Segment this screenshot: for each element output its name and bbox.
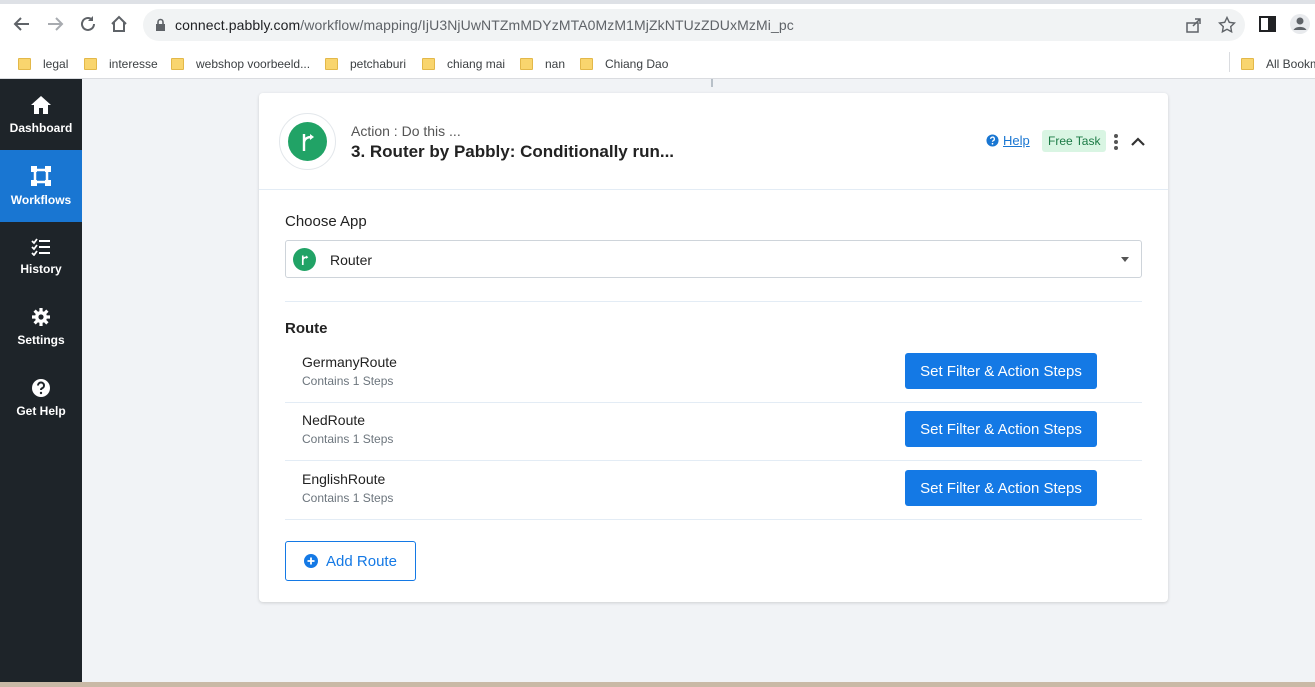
sidebar-item-label: Workflows (10, 193, 72, 207)
back-icon[interactable] (10, 12, 34, 36)
chevron-down-icon (1121, 257, 1129, 262)
app-logo (279, 113, 336, 170)
bookmark-legal[interactable]: legal (18, 54, 68, 74)
profile-icon[interactable] (1289, 13, 1311, 35)
share-icon[interactable] (1185, 16, 1203, 34)
star-icon[interactable] (1218, 16, 1236, 34)
bookmark-interesse[interactable]: interesse (84, 54, 158, 74)
set-filter-button[interactable]: Set Filter & Action Steps (905, 411, 1097, 447)
home-browser-icon[interactable] (107, 12, 131, 36)
help-label: Help (1003, 133, 1030, 148)
choose-app-label: Choose App (285, 213, 367, 230)
url-path: /workflow/mapping/IjU3NjUwNTZmMDYzMTA0Mz… (300, 17, 794, 33)
url-host: connect.pabbly.com (175, 17, 301, 33)
bookmark-label: nan (545, 57, 566, 71)
bookmarks-bar: legal interesse webshop voorbeeld... pet… (0, 48, 1315, 79)
app-sidebar: Dashboard Workflows History Settings Get… (0, 79, 82, 687)
help-icon (986, 134, 999, 147)
folder-icon (325, 58, 338, 70)
step-connector (711, 79, 713, 87)
taskbar-edge (0, 682, 1315, 687)
folder-icon (580, 58, 593, 70)
bookmark-chiang-mai[interactable]: chiang mai (422, 54, 505, 74)
side-panel-icon[interactable] (1257, 13, 1279, 35)
step-header[interactable]: Action : Do this ... 3. Router by Pabbly… (259, 93, 1168, 190)
step-subtitle: Action : Do this ... (351, 123, 461, 139)
reload-icon[interactable] (76, 12, 100, 36)
folder-icon (520, 58, 533, 70)
plus-circle-icon (304, 554, 319, 568)
bookmark-webshop[interactable]: webshop voorbeeld... (171, 54, 310, 74)
tab-strip-edge (0, 0, 1315, 4)
bookmark-petchaburi[interactable]: petchaburi (325, 54, 406, 74)
bookmark-chiang-dao[interactable]: Chiang Dao (580, 54, 668, 74)
free-task-badge: Free Task (1042, 130, 1107, 152)
history-icon (31, 238, 50, 256)
step-title: 3. Router by Pabbly: Conditionally run..… (351, 142, 675, 161)
route-heading: Route (285, 320, 328, 337)
add-route-button[interactable]: Add Route (285, 541, 416, 581)
question-icon (32, 379, 50, 397)
route-steps: Contains 1 Steps (302, 432, 394, 446)
route-name: EnglishRoute (302, 471, 386, 487)
sidebar-item-settings[interactable]: Settings (0, 291, 82, 363)
gear-icon (32, 308, 50, 326)
set-filter-button[interactable]: Set Filter & Action Steps (905, 353, 1097, 389)
route-steps: Contains 1 Steps (302, 491, 394, 505)
all-bookmarks[interactable]: All Bookm (1241, 54, 1315, 74)
route-name: GermanyRoute (302, 354, 397, 370)
workflow-icon (31, 166, 51, 186)
lock-icon (156, 18, 165, 31)
bookmark-label: Chiang Dao (605, 57, 669, 71)
route-item: EnglishRoute Contains 1 Steps Set Filter… (285, 461, 1142, 520)
bookmark-label: webshop voorbeeld... (196, 57, 311, 71)
forward-icon[interactable] (43, 12, 67, 36)
folder-icon (1241, 58, 1254, 70)
folder-icon (422, 58, 435, 70)
route-steps: Contains 1 Steps (302, 374, 394, 388)
folder-icon (171, 58, 184, 70)
add-route-label: Add Route (326, 552, 397, 570)
sidebar-item-label: Dashboard (9, 121, 73, 135)
browser-toolbar: connect.pabbly.com/workflow/mapping/IjU3… (0, 0, 1315, 48)
route-item: GermanyRoute Contains 1 Steps Set Filter… (285, 344, 1142, 403)
address-bar[interactable]: connect.pabbly.com/workflow/mapping/IjU3… (143, 9, 1245, 41)
bookmark-label: chiang mai (447, 57, 506, 71)
sidebar-item-get-help[interactable]: Get Help (0, 362, 82, 434)
section-divider (285, 301, 1142, 302)
sidebar-item-label: Settings (17, 333, 65, 347)
help-link[interactable]: Help (986, 133, 1030, 148)
url-text: connect.pabbly.com/workflow/mapping/IjU3… (175, 17, 794, 33)
step-card: Action : Do this ... 3. Router by Pabbly… (259, 93, 1168, 602)
home-icon (31, 96, 51, 114)
route-item: NedRoute Contains 1 Steps Set Filter & A… (285, 402, 1142, 461)
router-icon (302, 133, 314, 151)
selected-app: Router (330, 252, 373, 268)
folder-icon (18, 58, 31, 70)
sidebar-item-workflows[interactable]: Workflows (0, 150, 82, 222)
chevron-up-icon[interactable] (1129, 133, 1147, 151)
route-name: NedRoute (302, 412, 366, 428)
more-options-icon[interactable] (1111, 133, 1121, 151)
sidebar-item-history[interactable]: History (0, 221, 82, 293)
bookmarks-divider (1229, 52, 1230, 72)
bookmark-label: legal (43, 57, 69, 71)
bookmark-nan[interactable]: nan (520, 54, 565, 74)
sidebar-item-dashboard[interactable]: Dashboard (0, 79, 82, 151)
set-filter-button[interactable]: Set Filter & Action Steps (905, 470, 1097, 506)
router-app-icon (293, 248, 316, 271)
sidebar-item-label: Get Help (16, 404, 66, 418)
bookmark-label: petchaburi (350, 57, 407, 71)
bookmark-label: All Bookm (1266, 57, 1315, 71)
folder-icon (84, 58, 97, 70)
choose-app-select[interactable]: Router (285, 240, 1142, 278)
sidebar-item-label: History (20, 262, 62, 276)
bookmark-label: interesse (109, 57, 158, 71)
